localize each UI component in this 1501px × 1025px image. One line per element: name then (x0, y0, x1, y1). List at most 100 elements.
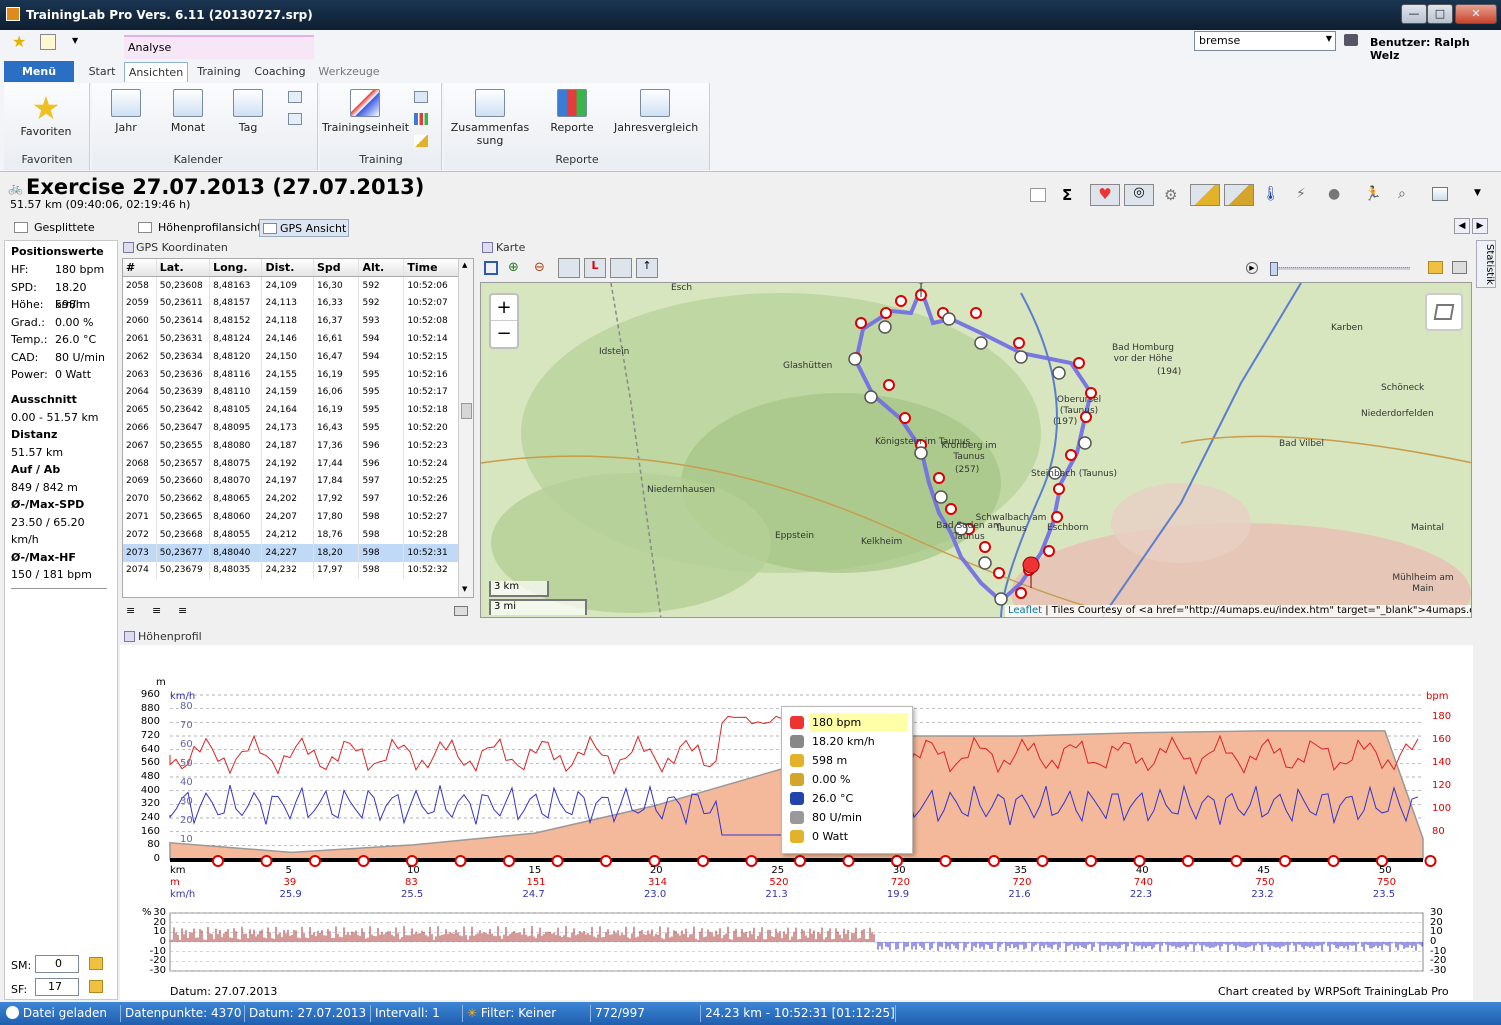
favoriten-button[interactable]: ★ Favoriten (10, 91, 82, 138)
align-left-icon[interactable]: ≡ (126, 604, 135, 617)
zoom-in-icon[interactable]: ⊕ (508, 260, 519, 275)
trainingseinheit-button[interactable]: Trainingseinheit (322, 89, 409, 134)
speedometer-icon[interactable]: ◎ (1124, 184, 1154, 206)
close-button[interactable]: ✕ (1455, 4, 1497, 24)
table-row[interactable]: 2066 50,23647 8,48095 24,173 16,43 595 10:52:2… (123, 419, 459, 437)
table-icon[interactable] (1030, 188, 1046, 202)
maximize-button[interactable]: □ (1427, 4, 1453, 24)
play-icon[interactable]: ▶ (1246, 262, 1258, 274)
playback-slider[interactable] (1270, 262, 1410, 276)
folder-open-icon[interactable] (1428, 261, 1443, 274)
fit-map-icon[interactable] (484, 261, 498, 275)
table-row[interactable]: 2070 50,23662 8,48065 24,202 17,92 597 10:52:2… (123, 490, 459, 509)
zoom-in-button[interactable]: + (491, 295, 517, 321)
tab-training[interactable]: Training (192, 62, 246, 82)
align-center-icon[interactable]: ≡ (152, 604, 161, 617)
slider-thumb[interactable] (1270, 262, 1278, 276)
sf-folder-icon[interactable] (89, 980, 103, 993)
user-select[interactable]: bremse ▼ (1194, 31, 1336, 51)
altitude-icon[interactable] (1190, 184, 1220, 206)
tab-coaching[interactable]: Coaching (252, 62, 308, 82)
table-row[interactable]: 2065 50,23642 8,48105 24,164 16,19 595 10:52:1… (123, 401, 459, 420)
table-row[interactable]: 2061 50,23631 8,48124 24,146 16,61 594 10:52:1… (123, 330, 459, 348)
sf-input[interactable]: 17 (35, 978, 79, 996)
statistik-side-tab[interactable]: Statistik (1476, 240, 1496, 288)
scroll-up-icon[interactable]: ▲ (462, 261, 467, 269)
zusammenfassung-button[interactable]: Zusammenfassung (446, 89, 534, 147)
leaflet-link[interactable]: Leaflet (1008, 605, 1042, 616)
table-row[interactable]: 2062 50,23634 8,48120 24,150 16,47 594 10:52:1… (123, 347, 459, 366)
chevron-down-icon[interactable]: ▼ (1474, 188, 1481, 198)
column-header[interactable]: Spd (313, 259, 360, 278)
column-header[interactable]: Long. (209, 259, 263, 278)
map-view[interactable]: Esch Idstein Glashütten Karben Bad Homburg v… (480, 282, 1472, 618)
quick-star-icon[interactable]: ★ (12, 34, 28, 50)
table-row[interactable]: 2069 50,23660 8,48070 24,197 17,84 597 10:52:2… (123, 472, 459, 491)
column-header[interactable]: Lat. (156, 259, 211, 278)
table-row[interactable]: 2068 50,23657 8,48075 24,192 17,44 596 10:52:2… (123, 454, 459, 473)
route-tool-icon[interactable] (558, 258, 580, 278)
training-small-icon[interactable] (414, 91, 428, 103)
tab-start[interactable]: Start (84, 62, 120, 82)
tab-hoehenprofilansicht[interactable]: Höhenprofilansicht (138, 219, 262, 237)
layers-button[interactable] (1425, 293, 1463, 331)
jahr-button[interactable]: Jahr (106, 89, 146, 134)
gradient-icon[interactable] (1224, 184, 1254, 206)
table-row[interactable]: 2064 50,23639 8,48110 24,159 16,06 595 10:52:1… (123, 383, 459, 402)
table-row[interactable]: 2059 50,23611 8,48157 24,113 16,33 592 10:52:0… (123, 294, 459, 313)
zoom-out-icon[interactable]: ⊖ (534, 260, 545, 275)
table-row[interactable]: 2067 50,23655 8,48080 24,187 17,36 596 10:52:2… (123, 436, 459, 455)
quick-search-icon[interactable] (40, 34, 56, 50)
calendar-small-icon-2[interactable] (288, 113, 302, 125)
calendar-small-icon[interactable] (288, 91, 302, 103)
tab-gps-ansicht[interactable]: GPS Ansicht (259, 219, 349, 237)
jahresvergleich-button[interactable]: Jahresvergleich (614, 89, 698, 134)
column-header[interactable]: Dist. (261, 259, 314, 278)
tab-gesplittete-ansicht[interactable]: Gesplittete Ansicht (14, 219, 130, 252)
sigma-icon[interactable]: Σ (1062, 186, 1072, 204)
align-right-icon[interactable]: ≡ (178, 604, 187, 617)
direction-icon[interactable]: ↑ (636, 258, 658, 278)
tag-button[interactable]: Tag (230, 89, 266, 134)
map-settings-icon[interactable] (1452, 261, 1467, 274)
lap-marker-icon[interactable]: L (584, 258, 606, 278)
table-row[interactable]: 2058 50,23608 8,48163 24,109 16,30 592 10:52:0… (123, 276, 459, 295)
camera-icon[interactable] (610, 258, 632, 278)
column-header[interactable]: Alt. (358, 259, 405, 278)
table-row[interactable]: 2063 50,23636 8,48116 24,155 16,19 595 10:52:1… (123, 365, 459, 384)
gear-icon[interactable]: ⚙ (1164, 186, 1177, 204)
zoom-out-button[interactable]: − (491, 321, 517, 347)
quick-dropdown-icon[interactable]: ▼ (72, 36, 78, 45)
power-icon[interactable]: ⚡ (1296, 186, 1306, 202)
nav-left-button[interactable]: ◀ (1454, 218, 1470, 234)
scrollbar[interactable]: ▲ ▼ (458, 259, 473, 597)
monat-button[interactable]: Monat (166, 89, 210, 134)
status-filter[interactable]: ✳ Filter: Keiner (462, 1005, 588, 1022)
table-row[interactable]: 2072 50,23668 8,48055 24,212 18,76 598 10:52:2… (123, 525, 459, 544)
heart-icon[interactable]: ♥ (1090, 184, 1120, 206)
column-header[interactable]: Time (403, 259, 459, 278)
minimize-button[interactable]: — (1401, 4, 1427, 24)
slope-icon[interactable] (414, 135, 428, 147)
reporte-button[interactable]: Reporte (544, 89, 600, 134)
table-row[interactable]: 2071 50,23665 8,48060 24,207 17,80 598 10:52:2… (123, 508, 459, 526)
sm-input[interactable]: 0 (35, 955, 79, 973)
zoom-icon[interactable]: ⌕ (1398, 186, 1406, 202)
menu-button[interactable]: Menü (4, 61, 74, 82)
table-row[interactable]: 2073 50,23677 8,48040 24,227 18,20 598 10:52:3… (123, 543, 459, 562)
nav-right-button[interactable]: ▶ (1472, 218, 1488, 234)
cadence-icon[interactable]: ● (1328, 186, 1340, 202)
camera-icon[interactable] (454, 606, 468, 616)
table-row[interactable]: 2074 50,23679 8,48035 24,232 17,97 598 10:52:3… (123, 561, 459, 580)
runner-icon[interactable]: 🏃 (1364, 186, 1381, 202)
column-header[interactable]: # (123, 259, 157, 278)
table-row[interactable]: 2060 50,23614 8,48152 24,118 16,37 593 10:52:0… (123, 312, 459, 331)
tab-ansichten[interactable]: Ansichten (124, 62, 188, 82)
scroll-down-icon[interactable]: ▼ (462, 585, 467, 593)
sm-folder-icon[interactable] (89, 957, 103, 970)
thermometer-icon[interactable]: 🌡 (1262, 186, 1280, 202)
chart-icon[interactable] (1432, 187, 1448, 201)
tab-werkzeuge[interactable]: Werkzeuge (316, 62, 382, 82)
scroll-thumb[interactable] (461, 403, 472, 419)
bar-chart-icon[interactable] (414, 113, 428, 125)
